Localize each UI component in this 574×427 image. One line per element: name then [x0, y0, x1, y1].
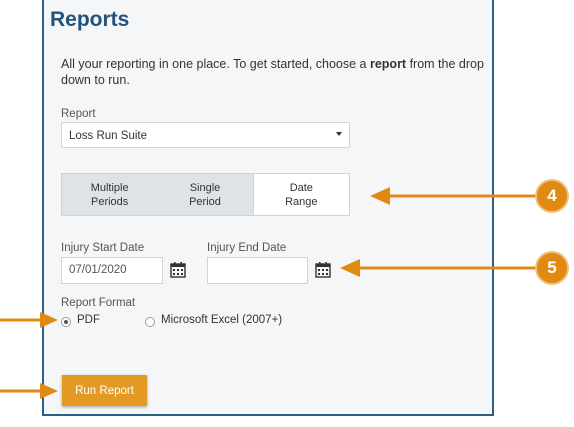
step-4-badge: 4 — [537, 181, 567, 211]
step-5-badge: 5 — [537, 253, 567, 283]
callout-arrows — [0, 187, 537, 399]
